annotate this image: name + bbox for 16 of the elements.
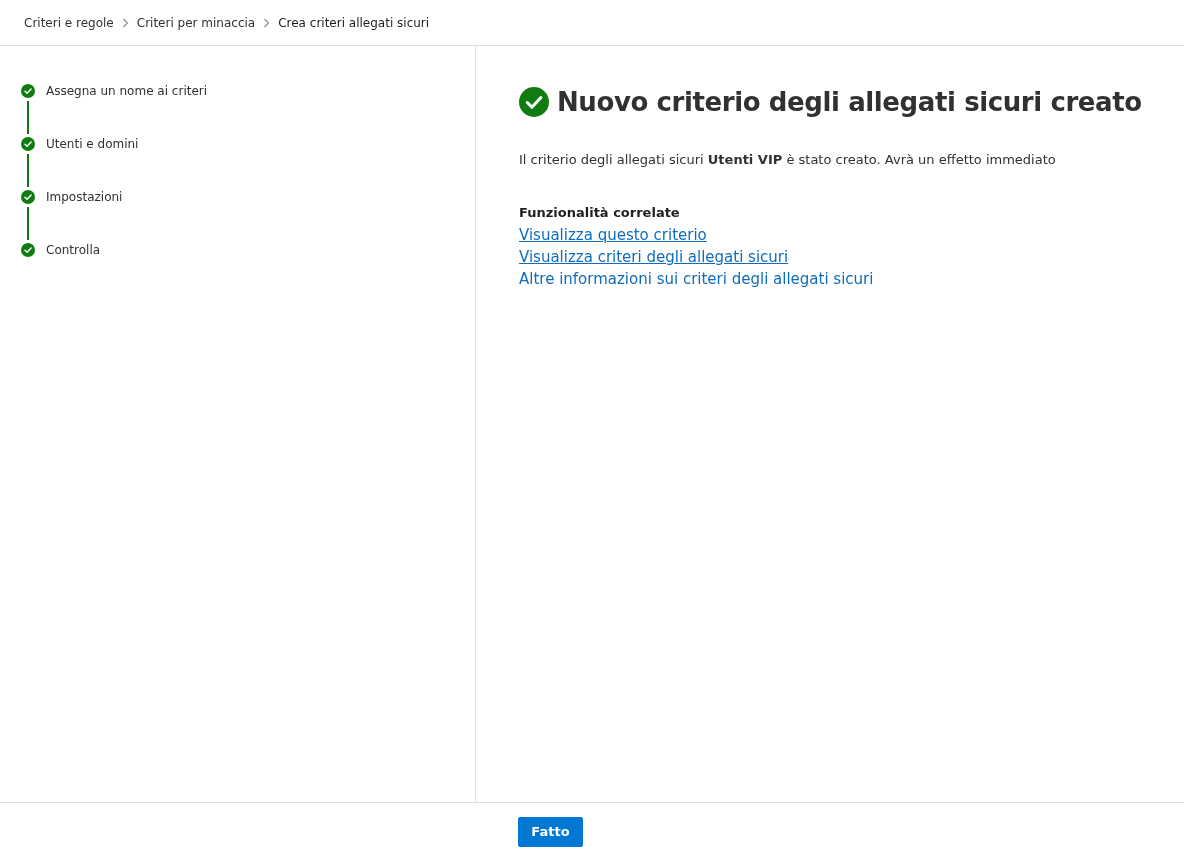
page-title: Nuovo criterio degli allegati sicuri creato bbox=[557, 86, 1142, 119]
step-label: Impostazioni bbox=[46, 189, 123, 205]
section-heading: Funzionalità correlate bbox=[519, 203, 680, 222]
chevron-icon bbox=[263, 17, 271, 28]
step-label: Assegna un nome ai criteri bbox=[46, 83, 208, 99]
breadcrumb-link[interactable]: Criteri per minaccia bbox=[136, 13, 256, 32]
step-label: Controlla bbox=[46, 242, 101, 258]
step-label: Utenti e domini bbox=[46, 136, 139, 152]
related-link[interactable]: Visualizza questo criterio bbox=[519, 224, 707, 246]
chevron-icon bbox=[121, 17, 129, 28]
breadcrumb-link[interactable]: Criteri e regole bbox=[24, 13, 114, 32]
related-link[interactable]: Altre informazioni sui criteri degli allegati sicuri bbox=[519, 268, 874, 290]
confirmation-message: Il criterio degli allegati sicuri Utenti VIP è stato creato. Avrà un effetto immediato bbox=[519, 151, 1056, 169]
breadcrumb-current: Crea criteri allegati sicuri bbox=[278, 14, 430, 32]
related-link[interactable]: Visualizza criteri degli allegati sicuri bbox=[519, 246, 789, 268]
done-button[interactable]: Fatto bbox=[518, 817, 583, 847]
